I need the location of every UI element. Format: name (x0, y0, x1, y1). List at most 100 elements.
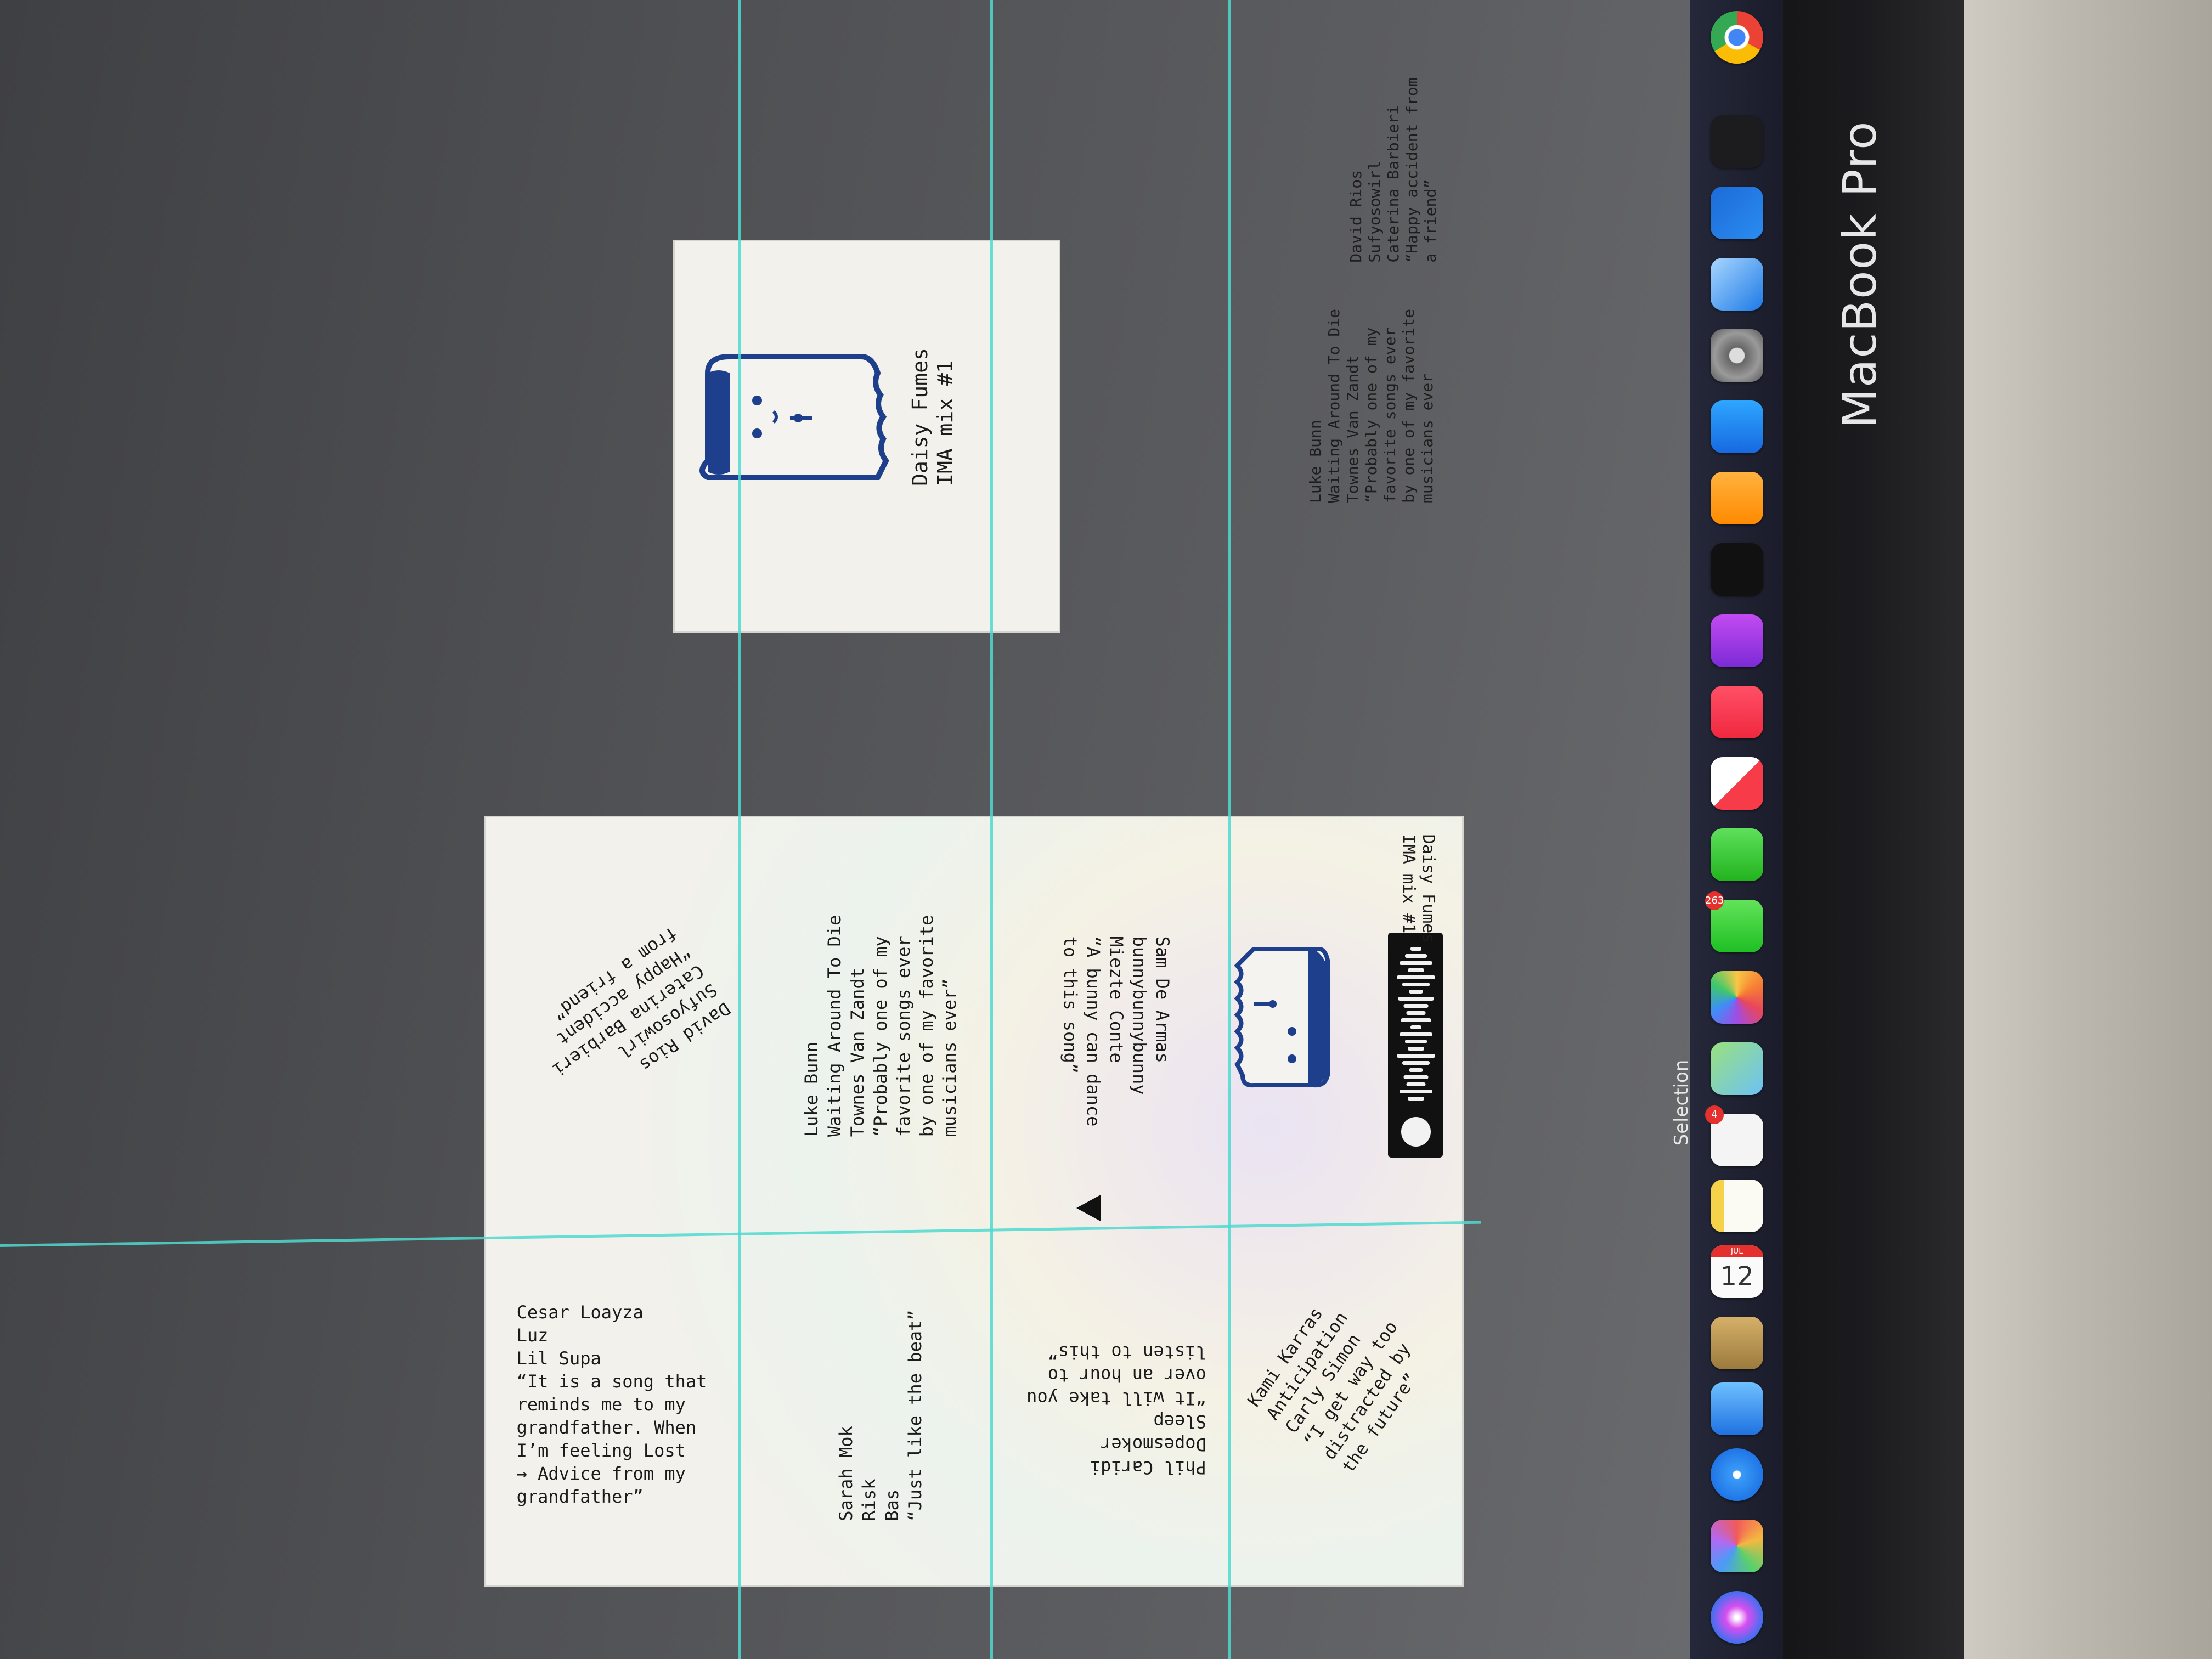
entry-line: Cesar Loayza (516, 1302, 644, 1323)
tv-icon[interactable] (1711, 543, 1763, 596)
side-note-david: David Rios Sufyosowirl Caterina Barbieri… (1347, 77, 1440, 262)
notes-icon[interactable] (1711, 1180, 1763, 1232)
spotify-code-bar (1410, 1025, 1421, 1029)
side-note-line: Townes Van Zandt (1344, 355, 1362, 504)
siri-icon[interactable] (1711, 1591, 1763, 1644)
entry-line: grandfather. When (516, 1417, 697, 1438)
side-note-line: favorite songs ever (1381, 327, 1399, 504)
entry-line: Waiting Around To Die (824, 915, 845, 1137)
spotify-code-bar (1401, 1018, 1431, 1022)
spotify-code-bar (1406, 1082, 1426, 1086)
entry-line: listen to this” (1047, 1342, 1206, 1363)
entry-line: Sleep (1153, 1411, 1206, 1432)
entry-line: Miezte Conte (1106, 936, 1127, 1063)
entry-line: Risk (859, 1479, 879, 1521)
guide-vertical[interactable] (1228, 0, 1231, 1659)
terminal-icon[interactable] (1711, 115, 1763, 168)
entry-line: “Probably one of my (870, 936, 891, 1137)
launchpad-icon[interactable] (1711, 1520, 1763, 1572)
side-note-line: musicians ever (1418, 373, 1436, 504)
safari-icon[interactable] (1711, 1448, 1763, 1501)
footer-subtitle: IMA mix #1 (1399, 834, 1418, 934)
footer-title: Daisy Fumes (1419, 834, 1438, 944)
side-note-line: a friend” (1421, 179, 1440, 263)
books-icon[interactable] (1711, 472, 1763, 524)
entry-line: “Just like the beat” (905, 1310, 926, 1521)
entry-line: I’m feeling Lost (516, 1440, 686, 1461)
reminders-badge: 4 (1705, 1105, 1724, 1124)
entry-line: Sam De Armas (1152, 936, 1173, 1063)
side-note-line: by one of my favorite (1400, 308, 1418, 504)
entry-phil: Phil Caridi Dopesmoker Sleep “It will ta… (1026, 1341, 1206, 1479)
side-note-line: Sufyosowirl (1365, 161, 1384, 263)
spotify-code-bar (1408, 968, 1424, 972)
news-icon[interactable] (1711, 757, 1763, 810)
system-settings-icon[interactable] (1711, 329, 1763, 382)
side-note-line: “Happy accident from (1403, 77, 1421, 263)
spotify-code-bar (1409, 1068, 1423, 1072)
entry-sam: Sam De Armas bunnybunnybunny Miezte Cont… (1059, 936, 1174, 1127)
entry-line: Phil Caridi (1090, 1457, 1206, 1478)
entry-line: “It is a song that (516, 1371, 707, 1392)
facetime-icon[interactable] (1711, 828, 1763, 881)
calendar-icon[interactable]: JUL 12 (1711, 1245, 1763, 1298)
entry-line: → Advice from my (516, 1463, 686, 1484)
artboard-cover[interactable]: Daisy Fumes IMA mix #1 (675, 241, 1059, 631)
ghost-illustration (1234, 947, 1330, 1088)
xcode-icon[interactable] (1711, 258, 1763, 311)
cover-subtitle: IMA mix #1 (933, 360, 957, 486)
spotify-code (1388, 933, 1443, 1158)
entry-line: musicians ever” (939, 978, 960, 1137)
spotify-logo-icon (1401, 1117, 1431, 1147)
guide-vertical[interactable] (738, 0, 741, 1659)
spotify-code-bar (1398, 997, 1434, 1001)
spotify-code-bar (1397, 975, 1435, 979)
entry-line: Bas (882, 1489, 902, 1521)
side-note-line: Caterina Barbieri (1384, 105, 1402, 263)
maps-icon[interactable] (1711, 1042, 1763, 1095)
spotify-code-bar (1410, 947, 1421, 951)
entry-line: grandfather” (516, 1486, 644, 1507)
screen: Daisy Fumes IMA mix #1 David Rios Sufyos… (0, 0, 1734, 1659)
app-store-icon[interactable] (1711, 400, 1763, 453)
entry-luke: Luke Bunn Waiting Around To Die Townes V… (800, 915, 961, 1137)
insert-footer: Daisy Fumes IMA mix #1 (1398, 834, 1438, 944)
mail-icon[interactable] (1711, 1383, 1763, 1435)
music-icon[interactable] (1711, 686, 1763, 738)
guide-vertical[interactable] (990, 0, 993, 1659)
side-note-line: Waiting Around To Die (1325, 308, 1343, 504)
entry-line: to this song” (1060, 936, 1081, 1074)
spotify-code-bar (1408, 1047, 1424, 1051)
spotify-code-bar (1400, 1090, 1432, 1093)
entry-line: over an hour to (1047, 1365, 1206, 1386)
entry-line: by one of my favorite (916, 915, 937, 1137)
ghost-illustration (699, 354, 889, 480)
entry-cesar: Cesar Loayza Luz Lil Supa “It is a song … (517, 1301, 707, 1508)
entry-line: Townes Van Zandt (847, 968, 868, 1137)
entry-line: reminds me to my (516, 1394, 686, 1415)
chrome-icon[interactable] (1711, 11, 1763, 64)
spotify-code-bar (1405, 954, 1427, 958)
side-note-line: “Probably one of my (1362, 327, 1380, 504)
photos-icon[interactable] (1711, 971, 1763, 1024)
entry-line: Lil Supa (516, 1348, 601, 1369)
spotify-code-bar (1397, 1054, 1435, 1058)
entry-line: Luz (516, 1325, 549, 1346)
spotify-code-bar (1402, 1061, 1430, 1065)
spotify-code-bar (1402, 983, 1430, 986)
entry-sarah: Sarah Mok Risk Bas “Just like the beat” (834, 1310, 927, 1521)
messages-badge: 263 (1705, 891, 1724, 910)
podcasts-icon[interactable] (1711, 614, 1763, 667)
spotify-code-bar (1403, 1004, 1429, 1008)
artboard-insert[interactable]: David Rios Sufyosowirl Caterina Barbieri… (486, 817, 1462, 1585)
figma-icon[interactable] (1711, 187, 1763, 239)
spotify-code-bars (1397, 947, 1435, 1101)
spotify-code-bar (1400, 961, 1432, 965)
entry-line: Sarah Mok (836, 1426, 856, 1521)
contacts-icon[interactable] (1711, 1317, 1763, 1369)
spotify-code-bar (1405, 1040, 1427, 1043)
side-note-line: David Rios (1347, 170, 1365, 263)
calendar-day: 12 (1720, 1261, 1754, 1292)
side-note-line: Luke Bunn (1306, 420, 1324, 504)
entry-line: Dopesmoker (1101, 1434, 1206, 1455)
